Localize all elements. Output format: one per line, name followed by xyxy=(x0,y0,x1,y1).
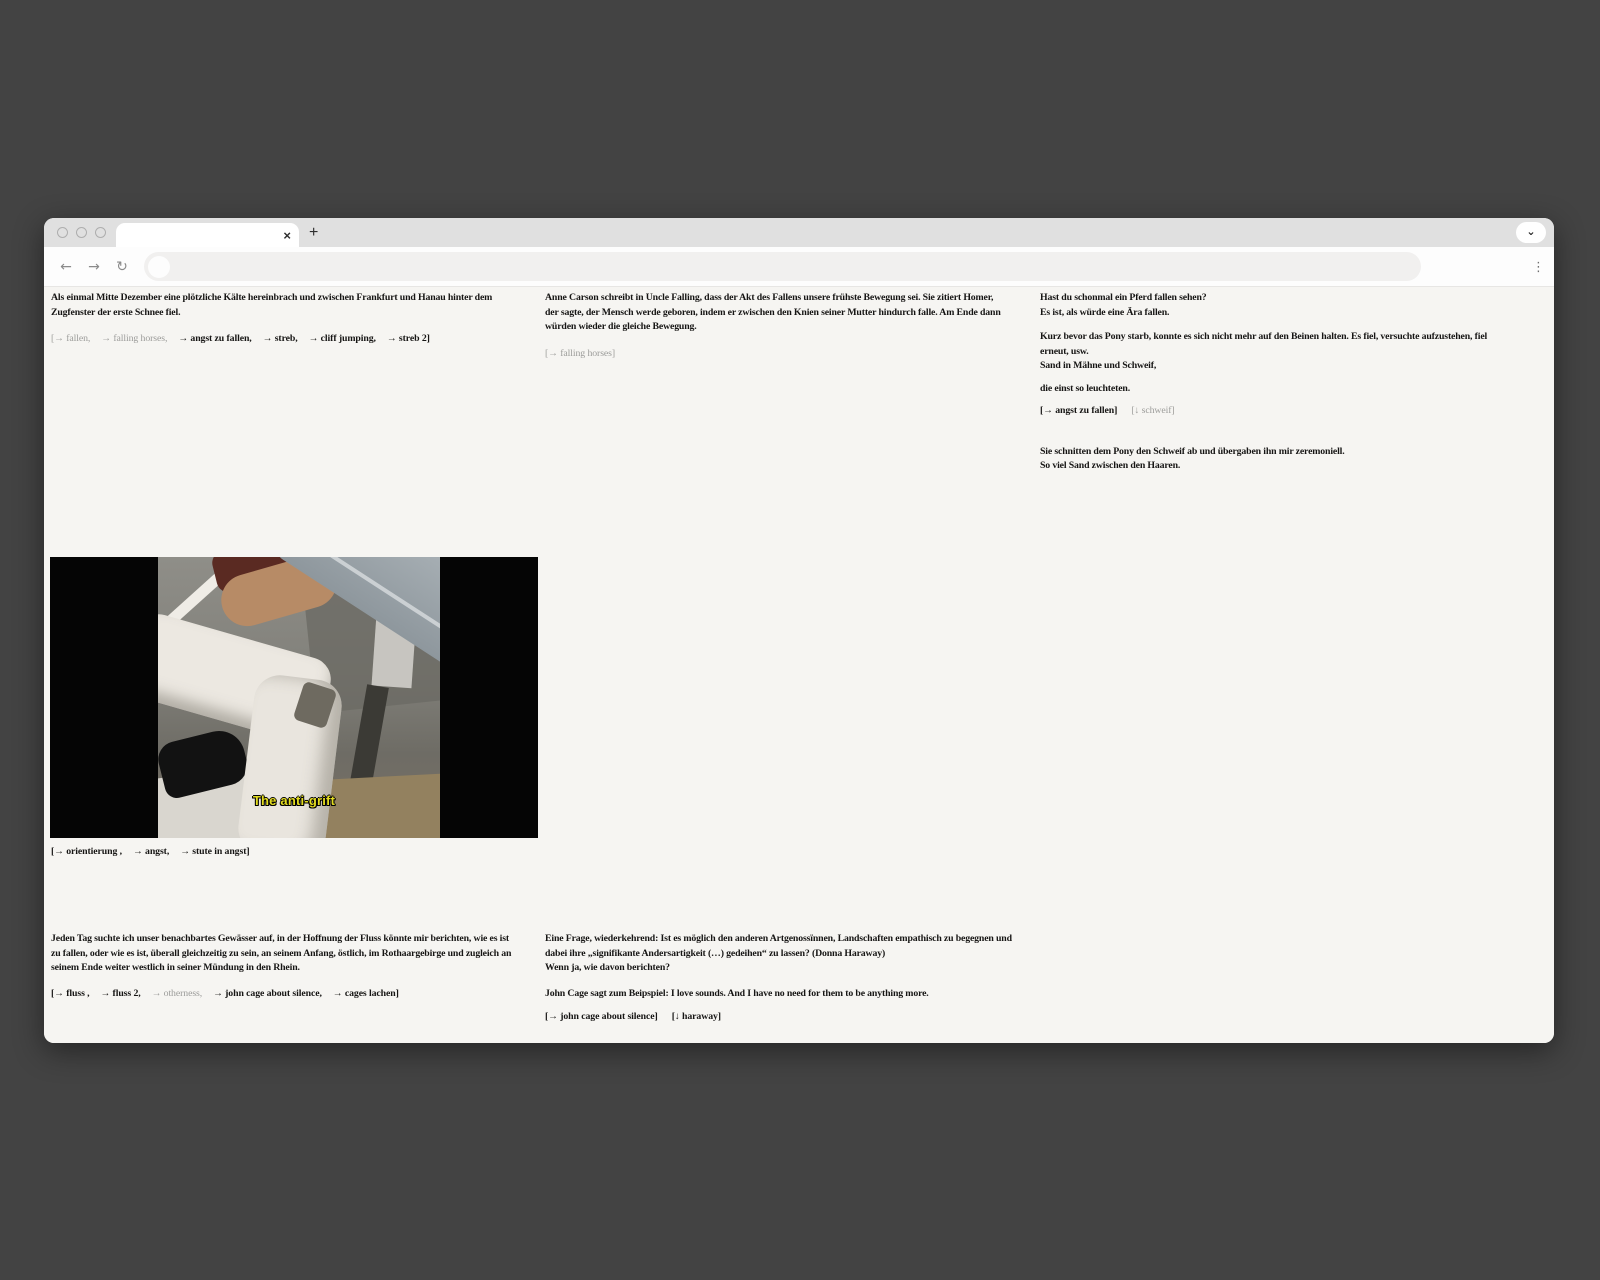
forward-button[interactable]: → xyxy=(80,259,108,275)
minimize-window-button[interactable] xyxy=(76,227,87,238)
paragraph: Sie schnitten dem Pony den Schweif ab un… xyxy=(1040,445,1548,474)
chevron-down-icon: ⌄ xyxy=(1526,226,1535,237)
address-bar[interactable] xyxy=(144,252,1421,281)
link-angst-zu-fallen[interactable]: → angst zu fallen xyxy=(1043,405,1114,416)
link-schweif[interactable]: ↓ schweif xyxy=(1134,405,1171,416)
tab-strip: × + ⌄ xyxy=(44,218,1554,247)
link-falling-horses[interactable]: → falling horses xyxy=(548,348,612,359)
text-block-fluss: Jeden Tag suchte ich unser benachbartes … xyxy=(51,932,543,1001)
text-block-haraway: Eine Frage, wiederkehrend: Ist es möglic… xyxy=(545,932,1045,1025)
window-controls xyxy=(57,218,106,247)
close-tab-icon[interactable]: × xyxy=(283,229,291,242)
link-fluss[interactable]: → fluss , xyxy=(54,988,89,999)
paragraph: Als einmal Mitte Dezember eine plötzlich… xyxy=(51,291,543,320)
link-streb[interactable]: → streb, xyxy=(263,333,298,344)
link-fluss-2[interactable]: → fluss 2, xyxy=(100,988,140,999)
site-info-icon[interactable] xyxy=(148,256,170,278)
paragraph: Eine Frage, wiederkehrend: Ist es möglic… xyxy=(545,932,1045,976)
paragraph: John Cage sagt zum Beipspiel: I love sou… xyxy=(545,987,1045,1002)
page-content: Als einmal Mitte Dezember eine plötzlich… xyxy=(44,287,1554,1043)
link-angst[interactable]: → angst, xyxy=(133,846,169,857)
paragraph: Hast du schonmal ein Pferd fallen sehen?… xyxy=(1040,291,1548,320)
link-line: [→ fallen,→ falling horses,→ angst zu fa… xyxy=(51,332,543,347)
text-block-anne-carson: Anne Carson schreibt in Uncle Falling, d… xyxy=(545,291,1040,361)
link-streb-2[interactable]: → streb 2 xyxy=(387,333,427,344)
link-stute-in-angst[interactable]: → stute in angst xyxy=(180,846,246,857)
tab-list-button[interactable]: ⌄ xyxy=(1516,222,1546,243)
video-subtitle: The anti-grift xyxy=(50,793,538,808)
video-still[interactable]: The anti-grift xyxy=(50,557,538,838)
link-line: [→ angst zu fallen][↓ schweif] xyxy=(1040,404,1548,419)
new-tab-button[interactable]: + xyxy=(309,218,318,247)
link-haraway[interactable]: ↓ haraway xyxy=(675,1011,718,1022)
link-angst-zu-fallen[interactable]: → angst zu fallen, xyxy=(178,333,251,344)
link-falling-horses[interactable]: → falling horses, xyxy=(101,333,167,344)
maximize-window-button[interactable] xyxy=(95,227,106,238)
browser-window: × + ⌄ ← → ↻ ⋮ Als einmal Mitte Dezember … xyxy=(44,218,1554,1043)
text-block-schnee: Als einmal Mitte Dezember eine plötzlich… xyxy=(51,291,543,347)
link-line: [→ falling horses] xyxy=(545,347,1040,362)
reload-button[interactable]: ↻ xyxy=(108,259,136,275)
paragraph: die einst so leuchteten. xyxy=(1040,382,1548,397)
paragraph: Kurz bevor das Pony starb, konnte es sic… xyxy=(1040,330,1548,374)
link-john-cage-about-silence[interactable]: → john cage about silence, xyxy=(213,988,322,999)
url-input[interactable] xyxy=(170,252,1421,281)
paragraph: Jeden Tag suchte ich unser benachbartes … xyxy=(51,932,543,976)
kebab-menu-icon[interactable]: ⋮ xyxy=(1532,247,1545,287)
link-otherness[interactable]: → otherness, xyxy=(152,988,203,999)
link-line: [→ fluss ,→ fluss 2,→ otherness,→ john c… xyxy=(51,987,543,1002)
paragraph: Anne Carson schreibt in Uncle Falling, d… xyxy=(545,291,1040,335)
browser-toolbar: ← → ↻ ⋮ xyxy=(44,247,1554,287)
close-window-button[interactable] xyxy=(57,227,68,238)
link-line: [→ orientierung ,→ angst,→ stute in angs… xyxy=(51,845,264,860)
link-line: [→ john cage about silence][↓ haraway] xyxy=(545,1010,1045,1025)
link-cages-lachen[interactable]: → cages lachen xyxy=(333,988,396,999)
link-orientierung[interactable]: → orientierung , xyxy=(54,846,122,857)
text-block-pony: Hast du schonmal ein Pferd fallen sehen?… xyxy=(1040,291,1548,474)
back-button[interactable]: ← xyxy=(52,259,80,275)
link-cliff-jumping[interactable]: → cliff jumping, xyxy=(309,333,376,344)
link-fallen[interactable]: → fallen, xyxy=(54,333,90,344)
browser-tab[interactable]: × xyxy=(116,223,299,247)
link-john-cage-about-silence[interactable]: → john cage about silence xyxy=(548,1011,654,1022)
media-caption: [→ orientierung ,→ angst,→ stute in angs… xyxy=(51,845,264,860)
